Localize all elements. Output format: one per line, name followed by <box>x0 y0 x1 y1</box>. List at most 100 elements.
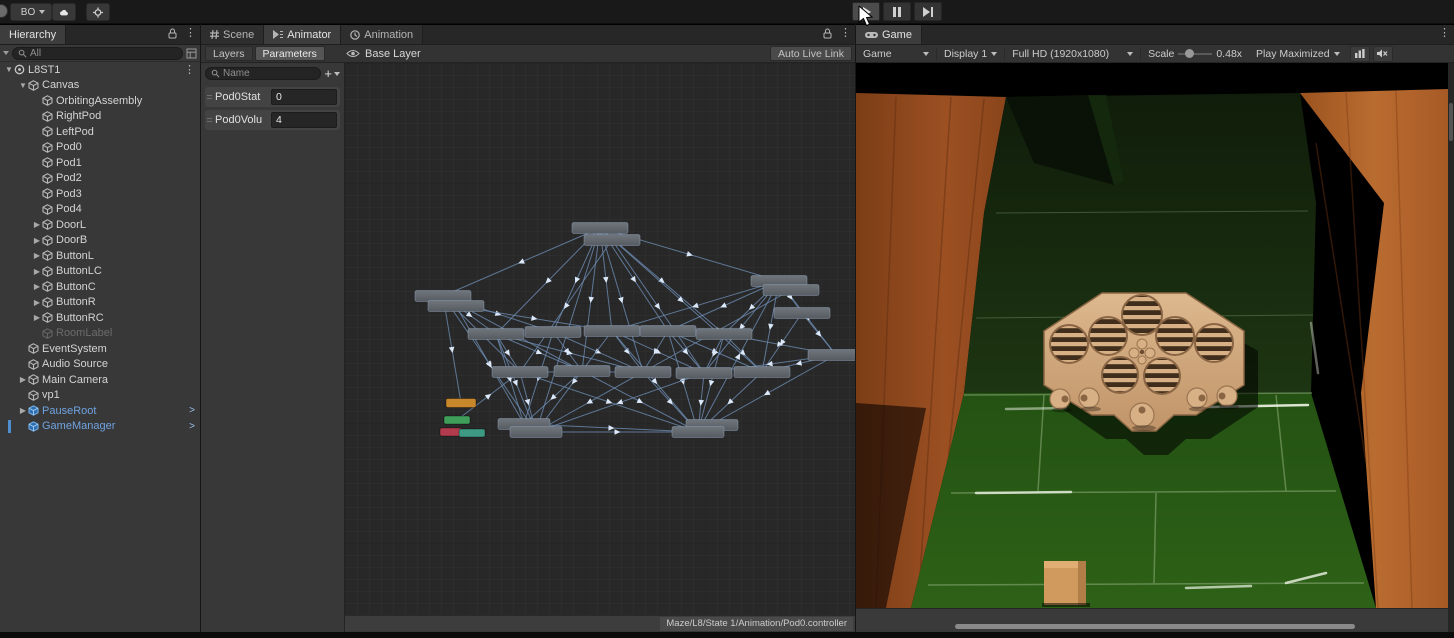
divider[interactable] <box>855 24 856 632</box>
state-node[interactable] <box>672 427 724 438</box>
teal-node[interactable] <box>459 429 485 437</box>
state-node[interactable] <box>808 350 855 361</box>
account-button[interactable]: BO <box>10 3 52 21</box>
state-node[interactable] <box>492 367 548 378</box>
game-hscroll-thumb[interactable] <box>955 624 1355 629</box>
state-node[interactable] <box>774 308 830 319</box>
settings-button[interactable] <box>86 3 110 21</box>
tree-item-main-camera[interactable]: ▶Main Camera <box>0 372 200 388</box>
tree-item-eventsystem[interactable]: EventSystem <box>0 341 200 357</box>
drag-handle[interactable] <box>207 118 212 122</box>
foldout-open-icon[interactable]: ▼ <box>4 65 14 74</box>
drag-handle[interactable] <box>207 95 212 99</box>
tree-item-canvas[interactable]: ▼Canvas <box>0 78 200 94</box>
hierarchy-search-input[interactable]: All <box>12 47 183 60</box>
parameter-value-field[interactable]: 4 <box>271 112 337 128</box>
tree-item-buttonr[interactable]: ▶ButtonR <box>0 295 200 311</box>
tree-item-buttonlc[interactable]: ▶ButtonLC <box>0 264 200 280</box>
foldout-closed-icon[interactable]: ▶ <box>32 251 42 260</box>
parameters-tab[interactable]: Parameters <box>255 46 325 61</box>
tree-item-buttonl[interactable]: ▶ButtonL <box>0 248 200 264</box>
state-node[interactable] <box>734 367 790 378</box>
tab-animation[interactable]: Animation <box>341 25 423 44</box>
state-node[interactable] <box>554 366 610 377</box>
state-node[interactable] <box>468 329 524 340</box>
state-node[interactable] <box>510 427 562 438</box>
breadcrumb[interactable]: Base Layer <box>365 48 421 60</box>
tree-item-rightpod[interactable]: RightPod <box>0 109 200 125</box>
parameter-search-input[interactable]: Name <box>205 67 321 80</box>
game-vscroll-thumb[interactable] <box>1449 103 1453 141</box>
animator-menu-icon[interactable]: ⋮ <box>840 28 851 39</box>
mute-audio-button[interactable] <box>1373 46 1393 62</box>
tree-item-orbitingassembly[interactable]: OrbitingAssembly <box>0 93 200 109</box>
cloud-button[interactable] <box>52 3 76 21</box>
state-node[interactable] <box>584 235 640 246</box>
avatar[interactable] <box>0 4 8 18</box>
foldout-closed-icon[interactable]: ▶ <box>18 406 28 415</box>
tree-item-gamemanager[interactable]: GameManager> <box>0 419 200 435</box>
tree-item-audio-source[interactable]: Audio Source <box>0 357 200 373</box>
add-parameter-button[interactable]: + <box>324 66 340 81</box>
state-node[interactable] <box>415 291 471 302</box>
layers-tab[interactable]: Layers <box>205 46 253 61</box>
scale-slider[interactable] <box>1178 53 1212 55</box>
tree-item-l8st1[interactable]: ▼L8ST1⋮ <box>0 62 200 78</box>
animator-graph[interactable] <box>345 63 855 615</box>
resolution-dropdown[interactable]: Full HD (1920x1080) <box>1005 45 1140 63</box>
foldout-closed-icon[interactable]: ▶ <box>18 375 28 384</box>
tree-item-pod1[interactable]: Pod1 <box>0 155 200 171</box>
parameter-row-pod0stat[interactable]: Pod0Stat 0 <box>205 87 340 107</box>
prefab-open-chevron[interactable]: > <box>189 405 195 416</box>
tree-item-buttonrc[interactable]: ▶ButtonRC <box>0 310 200 326</box>
state-node[interactable] <box>676 368 732 379</box>
tree-item-vp1[interactable]: vp1 <box>0 388 200 404</box>
lock-icon[interactable] <box>168 28 177 39</box>
display-dropdown[interactable]: Display 1 <box>937 45 1004 63</box>
pause-button[interactable] <box>883 2 911 21</box>
parameter-row-pod0volu[interactable]: Pod0Volu 4 <box>205 110 340 130</box>
prefab-open-chevron[interactable]: > <box>189 421 195 432</box>
tree-item-pod2[interactable]: Pod2 <box>0 171 200 187</box>
tree-item-pod4[interactable]: Pod4 <box>0 202 200 218</box>
subscene-icon[interactable] <box>186 48 197 59</box>
foldout-closed-icon[interactable]: ▶ <box>32 313 42 322</box>
game-menu-icon[interactable]: ⋮ <box>1439 28 1450 39</box>
state-node[interactable] <box>584 326 640 337</box>
game-display-mode-dropdown[interactable]: Game <box>856 45 936 63</box>
hierarchy-filter-dropdown-icon[interactable] <box>3 51 9 55</box>
state-node[interactable] <box>615 367 671 378</box>
foldout-closed-icon[interactable]: ▶ <box>32 282 42 291</box>
tree-item-doorb[interactable]: ▶DoorB <box>0 233 200 249</box>
state-node[interactable] <box>428 301 484 312</box>
any-node[interactable] <box>446 399 476 408</box>
tree-item-pod0[interactable]: Pod0 <box>0 140 200 156</box>
tab-scene[interactable]: Scene <box>201 25 264 44</box>
parameter-value-field[interactable]: 0 <box>271 89 337 105</box>
state-node[interactable] <box>763 285 819 296</box>
step-button[interactable] <box>914 2 942 21</box>
tab-animator[interactable]: Animator <box>264 25 341 44</box>
auto-live-link-button[interactable]: Auto Live Link <box>770 46 852 61</box>
state-node[interactable] <box>572 223 628 234</box>
foldout-closed-icon[interactable]: ▶ <box>32 298 42 307</box>
item-menu-icon[interactable]: ⋮ <box>184 63 195 76</box>
eye-icon[interactable] <box>346 49 360 58</box>
hierarchy-menu-icon[interactable]: ⋮ <box>185 28 196 39</box>
tree-item-doorl[interactable]: ▶DoorL <box>0 217 200 233</box>
tree-item-leftpod[interactable]: LeftPod <box>0 124 200 140</box>
tree-item-pauseroot[interactable]: ▶PauseRoot> <box>0 403 200 419</box>
entry-node[interactable] <box>444 416 470 424</box>
state-node[interactable] <box>696 329 752 340</box>
foldout-closed-icon[interactable]: ▶ <box>32 236 42 245</box>
play-maximized-dropdown[interactable]: Play Maximized <box>1249 45 1347 63</box>
tree-item-roomlabel[interactable]: RoomLabel <box>0 326 200 342</box>
tree-item-pod3[interactable]: Pod3 <box>0 186 200 202</box>
foldout-closed-icon[interactable]: ▶ <box>32 220 42 229</box>
tab-hierarchy[interactable]: Hierarchy <box>0 25 66 44</box>
foldout-open-icon[interactable]: ▼ <box>18 81 28 90</box>
divider[interactable] <box>200 24 201 632</box>
stats-button[interactable] <box>1350 46 1370 62</box>
foldout-closed-icon[interactable]: ▶ <box>32 267 42 276</box>
tree-item-buttonc[interactable]: ▶ButtonC <box>0 279 200 295</box>
